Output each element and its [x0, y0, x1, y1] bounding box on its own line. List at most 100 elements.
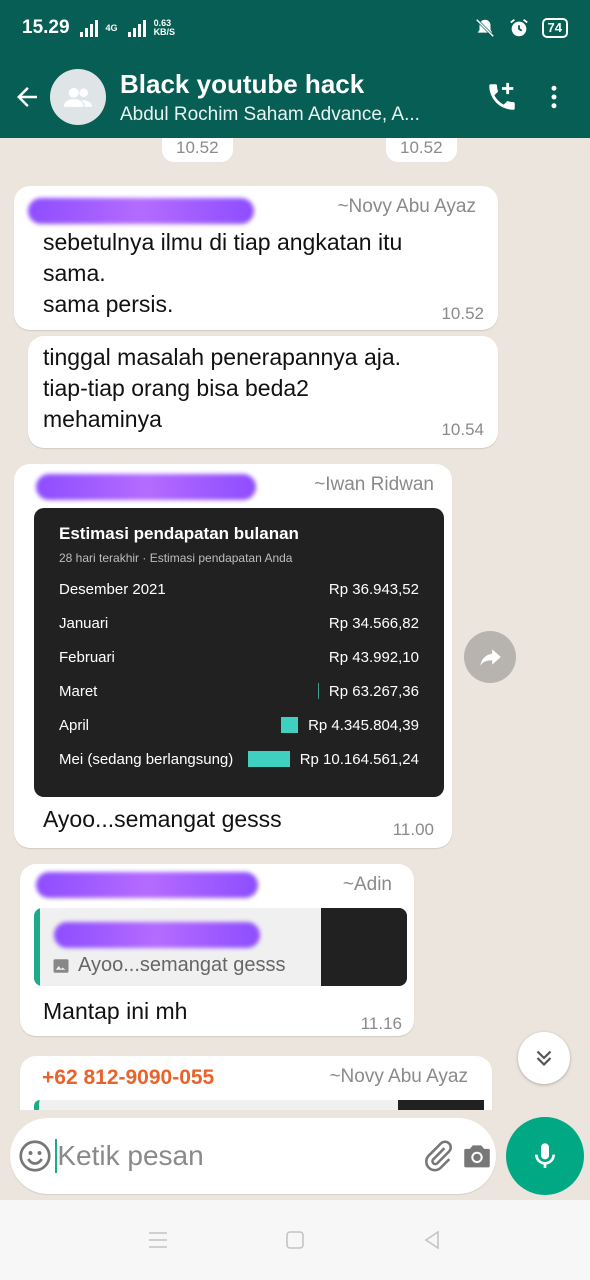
paperclip-icon — [424, 1140, 452, 1172]
arrow-left-icon — [17, 87, 37, 107]
message-text: tinggal masalah penerapannya aja. tiap-t… — [43, 342, 401, 435]
image-message-bubble[interactable]: ~Iwan Ridwan Estimasi pendapatan bulanan… — [14, 464, 452, 848]
double-chevron-down-icon — [536, 1050, 552, 1067]
sender-phone: +62 812-9090-055 — [42, 1066, 215, 1089]
chat-area[interactable]: 10.52 10.52 ~Novy Abu Ayaz sebetulnya il… — [0, 138, 590, 1110]
message-bubble[interactable]: +62 812-9090-055 ~Novy Abu Ayaz — [20, 1056, 492, 1110]
network-type: 4G — [105, 22, 118, 33]
network-speed: 0.63 KB/S — [154, 19, 176, 37]
status-time: 15.29 — [22, 17, 70, 38]
voice-message-button[interactable] — [506, 1117, 584, 1195]
attach-button[interactable] — [418, 1139, 457, 1173]
chat-title: Black youtube hack — [120, 68, 365, 99]
more-options-button[interactable] — [528, 67, 580, 127]
group-icon — [63, 87, 93, 107]
system-navigation-bar — [0, 1200, 590, 1280]
quoted-message — [34, 1100, 484, 1110]
message-time: 10.54 — [441, 420, 484, 439]
menu-lines-icon — [149, 1232, 168, 1248]
network-speed-unit: KB/S — [153, 27, 176, 37]
emoji-button[interactable] — [14, 1138, 55, 1174]
message-bubble[interactable]: ~Novy Abu Ayaz sebetulnya ilmu di tiap a… — [14, 186, 498, 330]
message-bubble[interactable]: tinggal masalah penerapannya aja. tiap-t… — [28, 336, 498, 448]
quote-thumbnail — [321, 908, 407, 986]
earnings-row: Desember 2021 Rp 36.943,52 — [59, 577, 419, 601]
earnings-bar — [281, 717, 299, 733]
status-bar: 15.29 4G 0.63 KB/S 74 — [0, 0, 590, 56]
phone-add-icon — [489, 82, 515, 110]
camera-icon — [463, 1145, 490, 1168]
message-time: 10.52 — [162, 138, 233, 162]
earnings-month: Februari — [59, 648, 115, 666]
network-type-label: 4G — [105, 22, 118, 33]
message-line: sama. — [43, 260, 106, 286]
forward-button[interactable] — [464, 631, 516, 683]
battery-indicator: 74 — [541, 18, 568, 38]
sender-name: ~Novy Abu Ayaz — [329, 1066, 468, 1087]
message-time: 10.52 — [441, 304, 484, 323]
chat-participants: Abdul Rochim Saham Advance, A... — [120, 103, 420, 125]
message-time: 10.52 — [386, 138, 457, 162]
earnings-month: Maret — [59, 682, 98, 700]
recent-apps-button[interactable] — [128, 1210, 188, 1270]
earnings-month: Januari — [59, 614, 109, 632]
camera-button[interactable] — [457, 1139, 496, 1173]
message-line: tiap-tiap orang bisa beda2 — [43, 375, 309, 401]
back-button[interactable] — [4, 67, 50, 127]
quoted-message[interactable]: Ayoo...semangat gesss — [34, 908, 407, 986]
earnings-amount: Rp 34.566,82 — [328, 614, 419, 632]
mute-icon — [475, 18, 494, 38]
chat-header: Black youtube hack Abdul Rochim Saham Ad… — [0, 56, 590, 138]
more-vert-icon — [551, 85, 557, 109]
message-time: 11.16 — [360, 1014, 402, 1033]
group-avatar[interactable] — [50, 69, 106, 125]
alarm-icon — [509, 19, 528, 37]
earnings-amount: Rp 4.345.804,39 — [308, 716, 419, 734]
earnings-image[interactable]: Estimasi pendapatan bulanan 28 hari tera… — [34, 508, 444, 797]
sender-name: ~Iwan Ridwan — [314, 474, 434, 495]
earnings-amount: Rp 43.992,10 — [328, 648, 419, 666]
message-line: mehaminya — [43, 406, 162, 432]
earnings-row: Februari Rp 43.992,10 — [59, 645, 419, 669]
redacted-phone — [54, 922, 260, 948]
earnings-row: Januari Rp 34.566,82 — [59, 611, 419, 635]
emoji-icon — [19, 1140, 51, 1172]
earnings-month: April — [59, 716, 90, 734]
earnings-bar — [247, 751, 290, 767]
back-nav-button[interactable] — [402, 1210, 462, 1270]
signal-icon — [79, 19, 98, 37]
message-line: sebetulnya ilmu di tiap angkatan itu — [43, 229, 403, 255]
chat-title-block[interactable]: Black youtube hack Abdul Rochim Saham Ad… — [120, 69, 450, 126]
redacted-phone — [36, 872, 258, 898]
quote-text: Ayoo...semangat gesss — [78, 954, 286, 976]
home-button[interactable] — [265, 1210, 325, 1270]
earnings-row: Maret Rp 63.267,36 — [59, 679, 419, 703]
earnings-month: Desember 2021 — [59, 580, 166, 598]
scroll-to-bottom-button[interactable] — [518, 1032, 570, 1084]
add-call-button[interactable] — [476, 67, 528, 127]
quote-preview: Ayoo...semangat gesss — [52, 954, 286, 977]
message-time: 11.00 — [392, 820, 434, 839]
share-arrow-icon — [480, 649, 501, 666]
earnings-row: Mei (sedang berlangsung) Rp 10.164.561,24 — [59, 747, 419, 771]
message-composer — [10, 1118, 496, 1194]
message-line: sama persis. — [43, 291, 174, 317]
redacted-phone — [28, 198, 254, 224]
sender-name: ~Adin — [342, 874, 392, 895]
earnings-row: April Rp 4.345.804,39 — [59, 713, 419, 737]
message-text: Mantap ini mh — [43, 998, 188, 1024]
earnings-amount: Rp 63.267,36 — [328, 682, 419, 700]
signal-icon-2 — [127, 19, 146, 37]
quote-thumbnail — [398, 1100, 484, 1110]
square-home-icon — [286, 1231, 304, 1249]
message-text: sebetulnya ilmu di tiap angkatan itu sam… — [43, 227, 402, 320]
redacted-phone — [36, 474, 256, 500]
sender-name: ~Novy Abu Ayaz — [337, 196, 476, 217]
earnings-title: Estimasi pendapatan bulanan — [59, 524, 299, 543]
earnings-bar — [317, 683, 319, 699]
image-caption: Ayoo...semangat gesss — [43, 806, 282, 832]
earnings-amount: Rp 36.943,52 — [328, 580, 419, 598]
triangle-back-icon — [424, 1230, 439, 1250]
microphone-icon — [535, 1143, 555, 1168]
message-input[interactable] — [57, 1140, 419, 1172]
